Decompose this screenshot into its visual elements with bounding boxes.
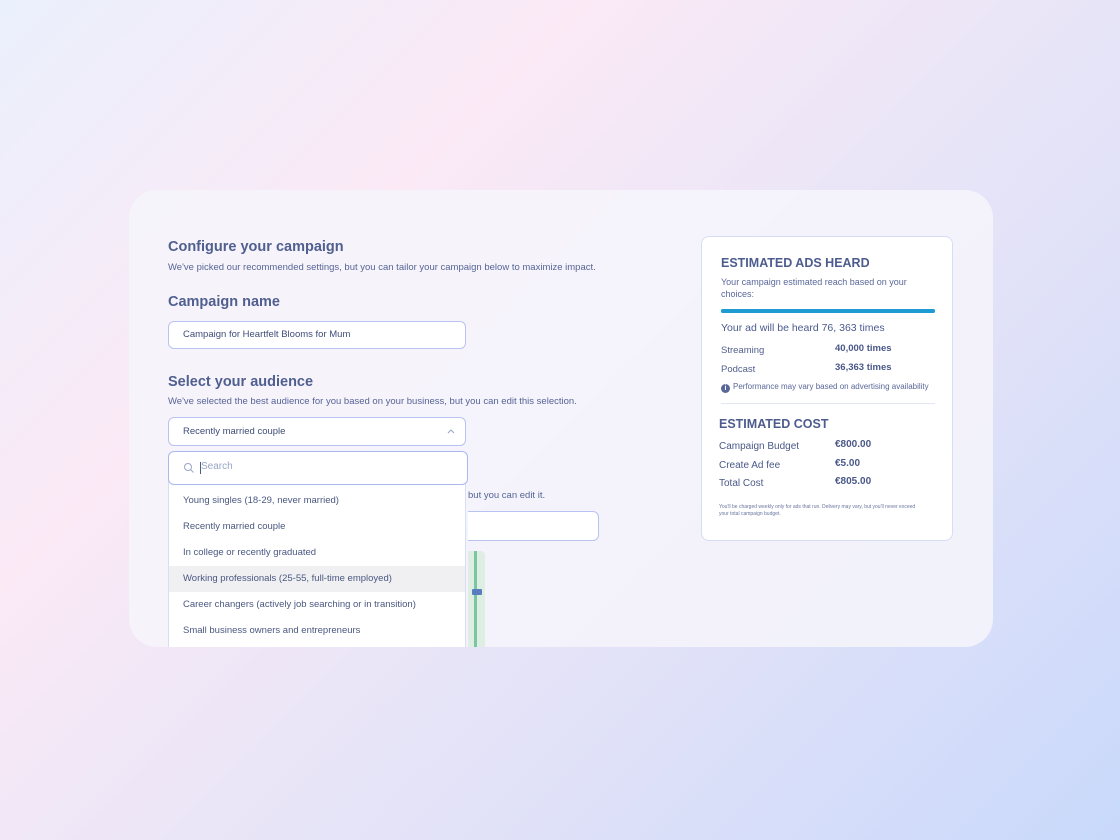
estimate-subtitle: Your campaign estimated reach based on y…: [721, 277, 907, 299]
podcast-value: 36,363 times: [835, 362, 892, 373]
estimate-title: ESTIMATED ADS HEARD: [721, 256, 870, 270]
performance-note-text: Performance may vary based on advertisin…: [733, 382, 929, 391]
campaign-name-input[interactable]: Campaign for Heartfelt Blooms for Mum: [168, 321, 466, 349]
location-map[interactable]: [468, 551, 485, 647]
audience-subtitle: We've selected the best audience for you…: [168, 396, 577, 407]
configure-title: Configure your campaign: [168, 239, 344, 255]
location-input[interactable]: [468, 511, 599, 541]
reach-summary: Your ad will be heard 76, 363 times: [721, 322, 885, 334]
audience-dropdown: Young singles (18-29, never married) Rec…: [168, 451, 468, 647]
audience-option[interactable]: In college or recently graduated: [169, 540, 465, 566]
performance-note: i Performance may vary based on advertisi…: [721, 382, 929, 393]
configure-subtitle: We've picked our recommended settings, b…: [168, 262, 596, 273]
audience-label: Select your audience: [168, 374, 314, 390]
audience-option[interactable]: Career changers (actively job searching …: [169, 592, 465, 618]
audience-options-list: Young singles (18-29, never married) Rec…: [169, 488, 465, 644]
audience-search-input[interactable]: [199, 460, 443, 473]
streaming-value: 40,000 times: [835, 343, 892, 354]
total-cost-label: Total Cost: [719, 478, 764, 489]
audience-option-highlighted[interactable]: Working professionals (25-55, full-time …: [169, 566, 465, 592]
audience-option[interactable]: Small business owners and entrepreneurs: [169, 618, 465, 644]
create-ad-fee-label: Create Ad fee: [719, 460, 781, 471]
total-cost-value: €805.00: [835, 476, 872, 487]
audience-search-box[interactable]: [168, 451, 468, 485]
campaign-card: Configure your campaign We've picked our…: [129, 190, 993, 647]
audience-select[interactable]: Recently married couple: [168, 417, 466, 446]
cost-title: ESTIMATED COST: [719, 417, 829, 431]
estimate-card: ESTIMATED ADS HEARD Your campaign estima…: [701, 236, 953, 541]
audience-option[interactable]: Recently married couple: [169, 514, 465, 540]
campaign-name-label: Campaign name: [168, 294, 280, 310]
reach-progress-fill: [721, 309, 935, 313]
podcast-label: Podcast: [721, 364, 756, 375]
reach-progress-bar: [721, 309, 935, 313]
create-ad-fee-value: €5.00: [835, 458, 861, 469]
map-route-badge: [472, 589, 482, 595]
section-divider: [721, 403, 935, 404]
billing-fine-print: You'll be charged weekly only for ads th…: [719, 504, 916, 517]
streaming-label: Streaming: [721, 345, 765, 356]
map-road: [474, 551, 477, 647]
search-icon: [184, 463, 194, 473]
info-icon: i: [721, 384, 730, 393]
audience-option[interactable]: Young singles (18-29, never married): [169, 488, 465, 514]
campaign-budget-value: €800.00: [835, 439, 872, 450]
audience-selected-value: Recently married couple: [183, 426, 286, 437]
location-help-text: but you can edit it.: [468, 490, 546, 501]
campaign-budget-label: Campaign Budget: [719, 441, 800, 452]
